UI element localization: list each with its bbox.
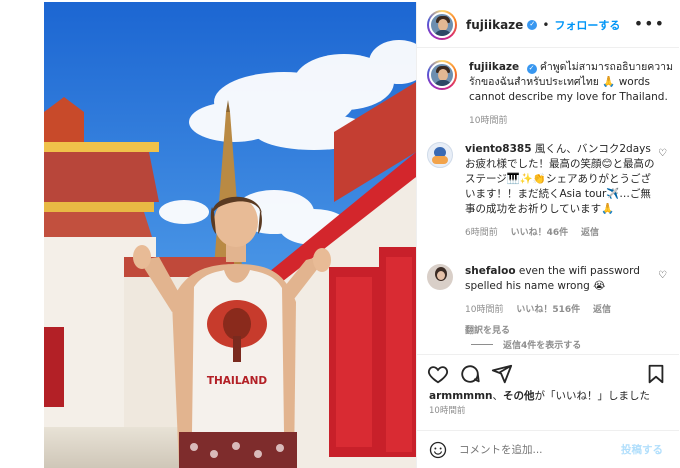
view-replies-button[interactable]: 返信4件を表示する [471, 338, 581, 351]
caption-avatar[interactable] [427, 60, 457, 90]
caption-username[interactable]: fujiikaze [469, 61, 519, 73]
post-time: 10時間前 [429, 406, 466, 416]
shirt-text: THAILAND [207, 375, 268, 387]
post-comment-button[interactable]: 投稿する [621, 442, 663, 457]
translate-link[interactable]: 翻訳を見る [465, 324, 661, 339]
post-sidebar: fujiikaze ✓ • フォローする ••• fujiikaze ✓ คำพ… [416, 2, 679, 468]
post-photo[interactable]: THAILAND › [44, 2, 416, 468]
comment-icon[interactable] [459, 363, 481, 385]
reply-button[interactable]: 返信 [593, 305, 611, 315]
comment-meta: 10時間前 いいね！516件 返信 [465, 303, 661, 318]
comment-time: 6時間前 [465, 228, 498, 238]
comment-like-count[interactable]: いいね！516件 [516, 305, 580, 315]
caption-body: fujiikaze ✓ คำพูดไม่สามารถอธิบายความรักข… [469, 60, 673, 129]
commenter-avatar[interactable] [427, 142, 453, 168]
replies-line [471, 344, 493, 345]
comment-input[interactable] [459, 443, 619, 456]
comment-username[interactable]: viento8385 [465, 143, 532, 155]
comment-username[interactable]: shefaloo [465, 265, 516, 277]
heart-icon[interactable] [427, 363, 449, 385]
comment-heart-icon[interactable]: ♡ [658, 270, 667, 281]
comment-body: viento8385 風くん、バンコク2days お疲れ様でした！最高の笑顔😊と… [465, 142, 661, 241]
likes-summary-text: が「いいね！」しました [534, 390, 651, 402]
view-replies-label: 返信4件を表示する [503, 341, 582, 351]
emoji-icon[interactable] [429, 441, 447, 459]
comment-meta: 6時間前 いいね！46件 返信 [465, 226, 661, 241]
caption-time: 10時間前 [469, 116, 508, 126]
verified-badge-icon: ✓ [526, 63, 537, 74]
author-username[interactable]: fujiikaze [466, 18, 523, 32]
liker-username[interactable]: armmmmn [429, 390, 493, 402]
likes-summary: armmmmn、その他が「いいね！」しました [429, 390, 651, 402]
comment-item: shefaloo even the wifi password spelled … [427, 264, 677, 339]
more-options-icon[interactable]: ••• [634, 14, 665, 33]
author-avatar[interactable] [427, 9, 457, 40]
comment-heart-icon[interactable]: ♡ [658, 148, 667, 159]
add-comment-bar: 投稿する [417, 430, 679, 468]
share-icon[interactable] [491, 363, 513, 385]
bookmark-icon[interactable] [645, 363, 667, 385]
comment-body: shefaloo even the wifi password spelled … [465, 264, 661, 339]
verified-badge-icon: ✓ [527, 19, 538, 30]
caption-meta: 10時間前 [469, 114, 673, 129]
comment-time: 10時間前 [465, 305, 504, 315]
commenter-avatar[interactable] [427, 264, 453, 290]
post-caption: fujiikaze ✓ คำพูดไม่สามารถอธิบายความรักข… [427, 60, 673, 129]
comment-item: viento8385 風くん、バンコク2days お疲れ様でした！最高の笑顔😊と… [427, 142, 677, 241]
post-header: fujiikaze ✓ • フォローする ••• [417, 2, 679, 48]
reply-button[interactable]: 返信 [581, 228, 599, 238]
follow-button[interactable]: フォローする [554, 17, 620, 33]
comment-like-count[interactable]: いいね！46件 [511, 228, 569, 238]
temple-photo-illustration: THAILAND [44, 2, 416, 468]
separator-dot: • [542, 17, 550, 32]
likers-others-link[interactable]: その他 [503, 390, 535, 402]
